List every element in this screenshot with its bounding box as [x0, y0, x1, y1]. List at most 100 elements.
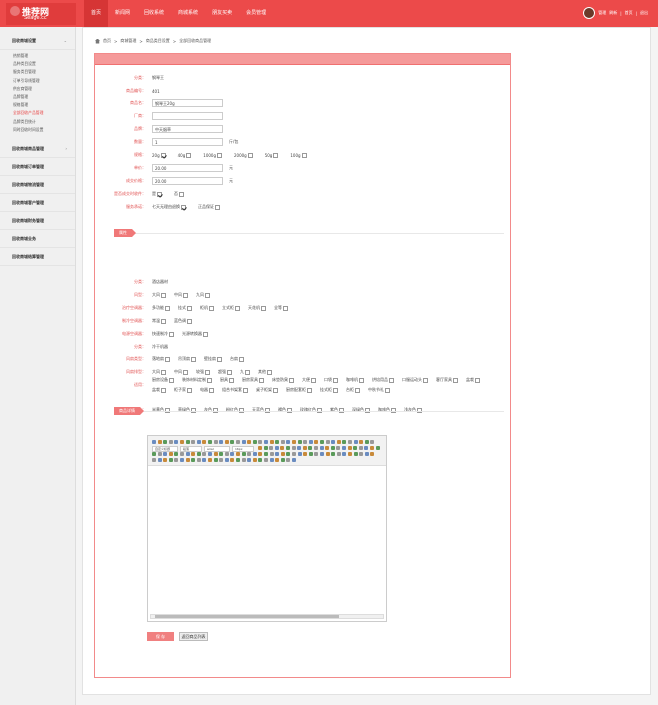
attribute-checkbox[interactable] — [187, 305, 192, 311]
toolbar-icon[interactable] — [219, 452, 224, 456]
toolbar-icon[interactable] — [336, 452, 341, 456]
attribute-checkbox[interactable] — [203, 331, 208, 337]
toolbar-icon[interactable] — [219, 440, 224, 444]
toolbar-icon[interactable] — [269, 446, 274, 450]
rich-text-editor[interactable]: 自定义标题 段落 arial 16px — [147, 435, 387, 622]
toolbar-icon[interactable] — [152, 452, 156, 456]
breadcrumb-item[interactable]: 商城管理 — [120, 38, 136, 44]
user-link-home[interactable]: 首页 — [625, 10, 633, 16]
attribute-checkbox[interactable] — [235, 305, 240, 311]
attribute-checkbox[interactable] — [267, 369, 272, 375]
toolbar-icon[interactable] — [258, 452, 263, 456]
toolbar-icon[interactable] — [163, 452, 168, 456]
attribute-checkbox[interactable] — [355, 387, 360, 393]
toolbar-icon[interactable] — [213, 458, 218, 462]
toolbar-icon[interactable] — [303, 440, 308, 444]
quantity-input[interactable]: 1 — [152, 138, 223, 146]
editor-scrollbar[interactable] — [150, 614, 384, 619]
toolbar-icon[interactable] — [263, 446, 268, 450]
toolbar-icon[interactable] — [348, 440, 352, 444]
toolbar-icon[interactable] — [286, 446, 290, 450]
attribute-checkbox[interactable] — [261, 305, 266, 311]
toolbar-icon[interactable] — [342, 452, 347, 456]
toolbar-icon[interactable] — [325, 446, 330, 450]
toolbar-icon[interactable] — [275, 440, 280, 444]
attribute-checkbox[interactable] — [239, 356, 244, 362]
attribute-checkbox[interactable] — [169, 377, 174, 383]
toolbar-icon[interactable] — [275, 458, 280, 462]
toolbar-icon[interactable] — [303, 452, 308, 456]
toolbar-icon[interactable] — [280, 440, 285, 444]
toolbar-icon[interactable] — [252, 452, 257, 456]
toolbar-icon[interactable] — [347, 446, 352, 450]
toolbar-icon[interactable] — [264, 458, 268, 462]
sidebar-section[interactable]: 回收商城客户管理 — [0, 194, 75, 212]
attribute-checkbox[interactable] — [205, 369, 210, 375]
scrollbar-thumb[interactable] — [155, 615, 339, 618]
toolbar-icon[interactable] — [330, 446, 335, 450]
toolbar-icon[interactable] — [286, 440, 291, 444]
toolbar-icon[interactable] — [297, 446, 302, 450]
toolbar-icon[interactable] — [342, 440, 347, 444]
attribute-checkbox[interactable] — [475, 377, 480, 383]
spec-checkbox[interactable] — [273, 152, 279, 158]
avatar[interactable] — [583, 7, 596, 19]
attribute-checkbox[interactable] — [453, 377, 458, 383]
toolbar-icon[interactable] — [168, 458, 173, 462]
nav-mall[interactable]: 商城系统 — [171, 0, 205, 27]
toolbar-icon[interactable] — [370, 440, 375, 444]
toolbar-icon[interactable] — [252, 440, 257, 444]
nav-trade[interactable]: 朋友买卖 — [205, 0, 239, 27]
toolbar-icon[interactable] — [185, 452, 190, 456]
toolbar-icon[interactable] — [202, 440, 207, 444]
toolbar-icon[interactable] — [359, 440, 364, 444]
sidebar-section[interactable]: 回收商城商品管理 › — [0, 140, 75, 158]
toolbar-icon[interactable] — [196, 440, 201, 444]
toolbar-icon[interactable] — [213, 452, 218, 456]
toolbar-icon[interactable] — [174, 458, 179, 462]
brand-input[interactable]: 中天烟草 — [152, 125, 223, 133]
toolbar-icon[interactable] — [219, 458, 224, 462]
attribute-checkbox[interactable] — [165, 305, 170, 311]
attribute-checkbox[interactable] — [207, 377, 212, 383]
toolbar-icon[interactable] — [269, 440, 274, 444]
toolbar-icon[interactable] — [353, 446, 358, 450]
toolbar-icon[interactable] — [180, 452, 184, 456]
toolbar-icon[interactable] — [202, 452, 207, 456]
price-input[interactable]: 20.00 — [152, 164, 223, 172]
toolbar-icon[interactable] — [196, 452, 201, 456]
nav-members[interactable]: 会员管理 — [239, 0, 273, 27]
toolbar-icon[interactable] — [241, 458, 246, 462]
attribute-checkbox[interactable] — [209, 305, 214, 311]
toolbar-icon[interactable] — [168, 452, 173, 456]
toolbar-icon[interactable] — [224, 440, 229, 444]
attribute-checkbox[interactable] — [243, 387, 248, 393]
attribute-checkbox[interactable] — [311, 377, 316, 383]
toolbar-icon[interactable] — [320, 440, 324, 444]
spec-checkbox[interactable] — [301, 152, 307, 158]
toolbar-icon[interactable] — [185, 440, 190, 444]
toolbar-icon[interactable] — [280, 452, 285, 456]
toolbar-icon[interactable] — [342, 446, 346, 450]
toolbar-icon[interactable] — [308, 440, 313, 444]
sidebar-item[interactable]: 规格管理 — [0, 101, 75, 109]
toolbar-icon[interactable] — [168, 440, 173, 444]
toolbar-icon[interactable] — [331, 452, 336, 456]
toolbar-icon[interactable] — [247, 458, 252, 462]
toolbar-icon[interactable] — [213, 440, 218, 444]
toolbar-icon[interactable] — [236, 452, 240, 456]
toolbar-icon[interactable] — [152, 458, 156, 462]
attribute-checkbox[interactable] — [359, 377, 364, 383]
toolbar-icon[interactable] — [224, 458, 229, 462]
toolbar-icon[interactable] — [157, 458, 162, 462]
attribute-checkbox[interactable] — [245, 369, 250, 375]
sidebar-section[interactable]: 回收商城结算管理 — [0, 248, 75, 266]
toolbar-icon[interactable] — [275, 452, 280, 456]
attribute-checkbox[interactable] — [227, 369, 232, 375]
user-link-refresh[interactable]: 刷新 — [609, 10, 617, 16]
sidebar-section[interactable]: 回收商城财务管理 — [0, 212, 75, 230]
product-name-input[interactable]: 钢琴王20g — [152, 99, 223, 107]
toolbar-icon[interactable] — [292, 452, 296, 456]
spec-checkbox[interactable] — [247, 152, 253, 158]
stock-checkbox[interactable] — [157, 191, 162, 197]
